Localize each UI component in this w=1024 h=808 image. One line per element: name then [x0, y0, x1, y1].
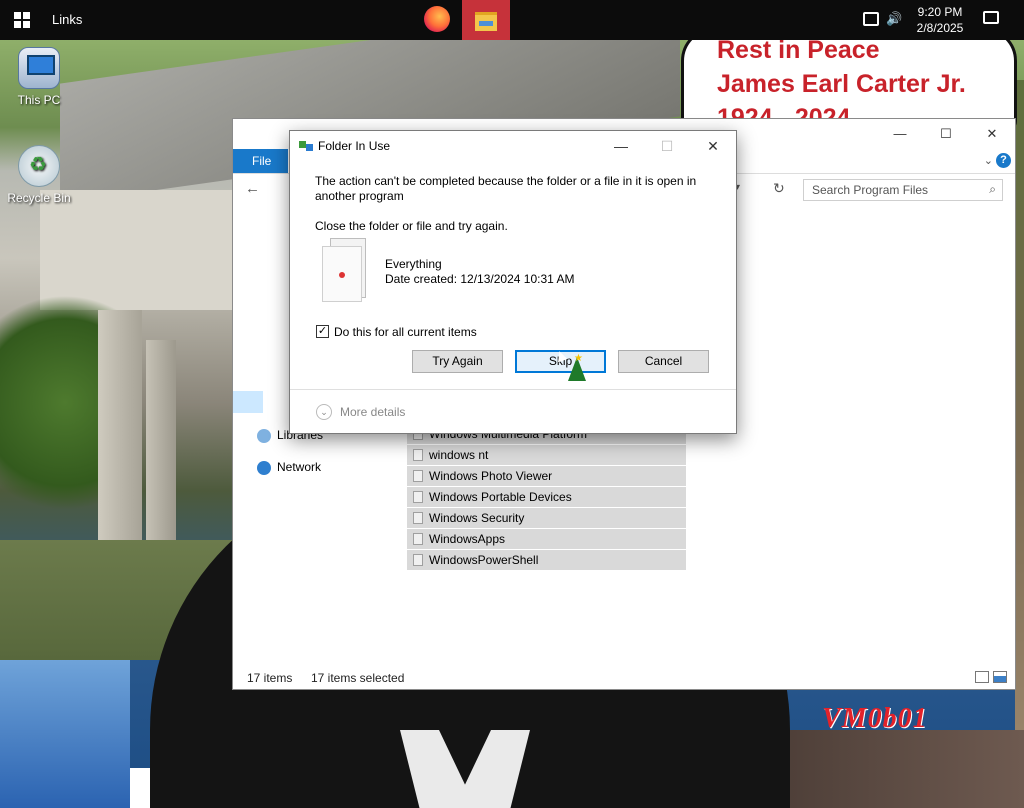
- help-icon[interactable]: ?: [996, 153, 1011, 168]
- list-item[interactable]: Windows Photo Viewer: [407, 466, 686, 486]
- search-icon: ⌕: [989, 182, 996, 196]
- computer-icon: [18, 47, 60, 89]
- try-again-button[interactable]: Try Again: [412, 350, 503, 373]
- libraries-icon: [257, 428, 271, 443]
- network-icon: [257, 460, 271, 475]
- dialog-maximize-button: ☐: [660, 138, 674, 154]
- file-name: Everything: [385, 257, 442, 271]
- list-item[interactable]: Windows Portable Devices: [407, 487, 686, 507]
- file-date-created: Date created: 12/13/2024 10:31 AM: [385, 272, 575, 286]
- background-right-edge: [1015, 80, 1024, 808]
- dialog-instruction: Close the folder or file and try again.: [315, 219, 508, 233]
- folder-icon: [475, 12, 497, 31]
- large-icons-view-icon[interactable]: [993, 671, 1007, 683]
- status-item-count: 17 items: [247, 671, 293, 685]
- taskbar-toolbar-label[interactable]: Links: [52, 12, 82, 27]
- desktop-icon-label: This PC: [17, 93, 61, 107]
- search-input[interactable]: Search Program Files ⌕: [803, 179, 1003, 201]
- list-item[interactable]: WindowsApps: [407, 529, 686, 549]
- status-selected-count: 17 items selected: [311, 671, 405, 685]
- tribute-banner: Rest in Peace James Earl Carter Jr. 1924…: [681, 27, 1017, 131]
- background-pool: [0, 660, 130, 808]
- tab-file[interactable]: File: [233, 149, 288, 173]
- clock-date: 2/8/2025: [916, 21, 964, 35]
- desktop-icon-label: Recycle Bin: [7, 191, 71, 205]
- recycle-bin-icon: [18, 145, 60, 187]
- clock-time: 9:20 PM: [917, 5, 963, 19]
- taskbar: Links 🔊 9:20 PM 2/8/2025: [0, 0, 1024, 40]
- file-thumbnail-icon: [320, 238, 372, 304]
- list-item[interactable]: windows nt: [407, 445, 686, 465]
- chevron-down-icon[interactable]: ⌄: [316, 404, 332, 420]
- folder-in-use-dialog: Folder In Use — ☐ ✕ The action can't be …: [289, 130, 737, 434]
- cancel-button[interactable]: Cancel: [618, 350, 709, 373]
- taskbar-file-explorer-button[interactable]: [462, 0, 510, 40]
- vm-watermark: VM0b01: [822, 703, 928, 734]
- notification-center-icon[interactable]: [983, 11, 999, 24]
- back-arrow-icon[interactable]: ←: [245, 180, 260, 197]
- details-view-icon[interactable]: [975, 671, 989, 683]
- apply-to-all-label[interactable]: Do this for all current items: [334, 325, 477, 339]
- desktop-icon-this-pc[interactable]: This PC: [2, 47, 76, 107]
- dialog-close-button[interactable]: ✕: [690, 131, 736, 161]
- maximize-button[interactable]: ☐: [923, 121, 969, 147]
- dialog-minimize-button[interactable]: —: [598, 131, 644, 161]
- search-placeholder: Search Program Files: [812, 183, 929, 197]
- volume-icon[interactable]: 🔊: [886, 11, 902, 27]
- desktop-icon-recycle-bin[interactable]: Recycle Bin: [2, 145, 76, 205]
- star-icon: ★: [574, 353, 583, 364]
- chevron-down-icon[interactable]: ⌄: [984, 154, 993, 167]
- start-button[interactable]: [14, 12, 30, 28]
- file-list: Windows Multimedia Platform windows nt W…: [407, 424, 687, 571]
- firefox-icon[interactable]: [424, 6, 450, 32]
- dialog-title: Folder In Use: [318, 139, 391, 153]
- dialog-footer: ⌄ More details: [290, 389, 736, 435]
- tribute-line-2: James Earl Carter Jr.: [717, 70, 966, 98]
- windows-logo-icon: [14, 12, 21, 19]
- list-item[interactable]: WindowsPowerShell: [407, 550, 686, 570]
- dialog-message: The action can't be completed because th…: [315, 174, 697, 203]
- network-icon[interactable]: [863, 12, 879, 26]
- background-column: [146, 340, 176, 540]
- dialog-app-icon: [299, 141, 313, 151]
- close-button[interactable]: ✕: [969, 121, 1015, 147]
- list-item[interactable]: Windows Security: [407, 508, 686, 528]
- nav-item-network[interactable]: Network: [257, 457, 321, 477]
- apply-to-all-checkbox[interactable]: ✓: [316, 325, 329, 338]
- refresh-icon[interactable]: ↻: [773, 180, 785, 197]
- more-details-toggle[interactable]: More details: [340, 405, 405, 419]
- nav-item-label: Network: [277, 460, 322, 474]
- minimize-button[interactable]: —: [877, 121, 923, 147]
- system-clock[interactable]: 9:20 PM 2/8/2025: [908, 4, 972, 36]
- tribute-line-1: Rest in Peace: [717, 36, 880, 64]
